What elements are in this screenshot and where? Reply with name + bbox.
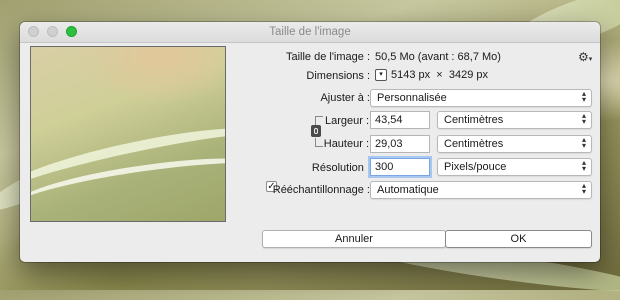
ok-button[interactable]: OK bbox=[445, 230, 592, 248]
width-label: Largeur : bbox=[324, 115, 369, 127]
height-label: Hauteur : bbox=[323, 138, 369, 150]
fit-select-value: Personnalisée bbox=[377, 92, 447, 104]
gear-icon[interactable]: ⚙▾ bbox=[578, 50, 592, 64]
title-bar: Taille de l'image bbox=[20, 22, 600, 43]
image-preview[interactable] bbox=[30, 46, 226, 222]
resolution-unit-select[interactable]: Pixels/pouce ▴ ▾ bbox=[437, 158, 592, 176]
chain-link-icon[interactable] bbox=[311, 125, 321, 137]
width-input[interactable]: 43,54 bbox=[370, 111, 430, 129]
chevron-updown-icon: ▴ ▾ bbox=[581, 181, 586, 196]
chevron-updown-icon: ▴ ▾ bbox=[581, 135, 586, 150]
fit-label: Ajuster à : bbox=[320, 92, 370, 104]
dimensions-width: 5143 px bbox=[391, 69, 431, 81]
resolution-label: Résolution : bbox=[311, 162, 370, 174]
image-size-label: Taille de l'image : bbox=[285, 51, 370, 63]
chevron-down-icon[interactable]: ▾ bbox=[375, 69, 387, 82]
window-title: Taille de l'image bbox=[269, 26, 351, 38]
resample-label: Rééchantillonnage : bbox=[272, 184, 370, 196]
height-unit-value: Centimètres bbox=[444, 138, 504, 150]
resample-select[interactable]: Automatique ▴ ▾ bbox=[370, 181, 592, 199]
window-controls bbox=[28, 26, 77, 37]
chevron-updown-icon: ▴ ▾ bbox=[581, 111, 586, 126]
constrain-bracket bbox=[315, 138, 323, 147]
resolution-input[interactable]: 300 bbox=[370, 158, 430, 176]
dimensions-times: × bbox=[436, 69, 443, 81]
zoom-window-button[interactable] bbox=[66, 26, 77, 37]
resample-select-value: Automatique bbox=[377, 184, 439, 196]
fit-select[interactable]: Personnalisée ▴ ▾ bbox=[370, 89, 592, 107]
chevron-updown-icon: ▴ ▾ bbox=[581, 89, 586, 104]
image-size-value: 50,5 Mo (avant : 68,7 Mo) bbox=[375, 51, 501, 63]
height-unit-select[interactable]: Centimètres ▴ ▾ bbox=[437, 135, 592, 153]
dimensions-height: 3429 px bbox=[448, 69, 488, 81]
width-unit-value: Centimètres bbox=[444, 114, 504, 126]
dimensions-value: ▾ 5143 px × 3429 px bbox=[375, 69, 488, 82]
minimize-window-button[interactable] bbox=[47, 26, 58, 37]
cancel-button[interactable]: Annuler bbox=[262, 230, 446, 248]
width-unit-select[interactable]: Centimètres ▴ ▾ bbox=[437, 111, 592, 129]
height-input[interactable]: 29,03 bbox=[370, 135, 430, 153]
image-size-dialog: Taille de l'image ⚙▾ Taille de l'image :… bbox=[20, 22, 600, 262]
dimensions-label: Dimensions : bbox=[306, 70, 370, 82]
constrain-bracket bbox=[315, 116, 323, 125]
close-window-button[interactable] bbox=[28, 26, 39, 37]
chevron-updown-icon: ▴ ▾ bbox=[581, 158, 586, 173]
resolution-unit-value: Pixels/pouce bbox=[444, 161, 507, 173]
